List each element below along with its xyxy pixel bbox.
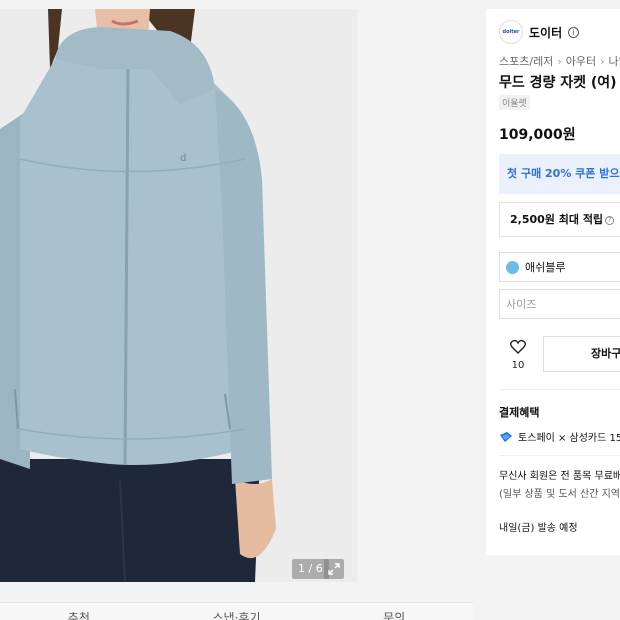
color-option-label: 애쉬블루 bbox=[525, 261, 566, 274]
question-icon[interactable]: ? bbox=[605, 216, 615, 225]
points-box[interactable]: 2,500원 최대 적립? bbox=[499, 202, 620, 237]
chevron-right-icon: › bbox=[600, 55, 605, 68]
content-tabs: 추천 스냅·후기 문의 bbox=[0, 602, 473, 620]
expand-icon[interactable] bbox=[324, 559, 344, 579]
product-image-gallery[interactable]: d 1 / 6 bbox=[0, 9, 357, 582]
brand-row[interactable]: doiter 도이터 i bbox=[499, 20, 580, 44]
color-select[interactable]: 애쉬블루 bbox=[499, 252, 620, 282]
add-to-cart-button[interactable]: 장바구니 bbox=[543, 336, 620, 372]
brand-logo: doiter bbox=[499, 20, 523, 44]
payment-benefits-title: 결제혜택 bbox=[499, 406, 540, 419]
product-info-panel: doiter 도이터 i 스포츠/레저 › 아우터 › 나일론 무드 경량 자켓 (여)… bbox=[486, 9, 620, 555]
shipping-note: (일부 상품 및 도서 산간 지역 제외) bbox=[499, 489, 620, 500]
divider bbox=[499, 455, 620, 456]
tab-inquiry[interactable]: 문의 bbox=[315, 603, 473, 620]
dispatch-info: 내일(금) 발송 예정 bbox=[499, 523, 578, 534]
tab-recommend[interactable]: 추천 bbox=[0, 603, 158, 620]
heart-icon bbox=[510, 339, 526, 354]
chevron-right-icon: › bbox=[557, 55, 562, 68]
size-placeholder: 사이즈 bbox=[506, 298, 537, 311]
divider bbox=[499, 389, 620, 390]
payment-benefit-text: 토스페이 × 삼성카드 15% bbox=[518, 433, 620, 444]
color-swatch bbox=[506, 260, 519, 274]
breadcrumb-item[interactable]: 스포츠/레저 bbox=[499, 55, 553, 68]
breadcrumb-item[interactable]: 나일론 bbox=[609, 55, 620, 68]
product-price: 109,000원 bbox=[499, 127, 576, 143]
brand-name[interactable]: 도이터 bbox=[529, 24, 562, 41]
toss-icon bbox=[500, 431, 512, 442]
tab-snap-review[interactable]: 스냅·후기 bbox=[158, 603, 316, 620]
product-photo: d bbox=[0, 9, 357, 582]
points-label: 2,500원 최대 적립 bbox=[510, 213, 604, 226]
payment-benefit-row[interactable]: 토스페이 × 삼성카드 15% bbox=[499, 429, 620, 444]
like-button[interactable]: 10 bbox=[508, 339, 528, 371]
product-title: 무드 경량 자켓 (여) bbox=[499, 75, 617, 91]
shipping-info: 무신사 회원은 전 품목 무료배송 bbox=[499, 471, 620, 482]
coupon-banner[interactable]: 첫 구매 20% 쿠폰 받으러 가기 bbox=[499, 154, 620, 194]
info-icon[interactable]: i bbox=[568, 26, 580, 38]
product-tag: 이율렛 bbox=[499, 95, 530, 110]
product-page: d 1 / 6 추천 스냅·후기 문의 doiter 도이터 i 스포츠/레저 ›… bbox=[0, 0, 620, 620]
breadcrumb-item[interactable]: 아우터 bbox=[566, 55, 596, 68]
breadcrumb: 스포츠/레저 › 아우터 › 나일론 bbox=[499, 53, 620, 69]
size-select[interactable]: 사이즈 bbox=[499, 289, 620, 319]
like-count: 10 bbox=[511, 360, 525, 371]
svg-text:d: d bbox=[180, 153, 186, 164]
